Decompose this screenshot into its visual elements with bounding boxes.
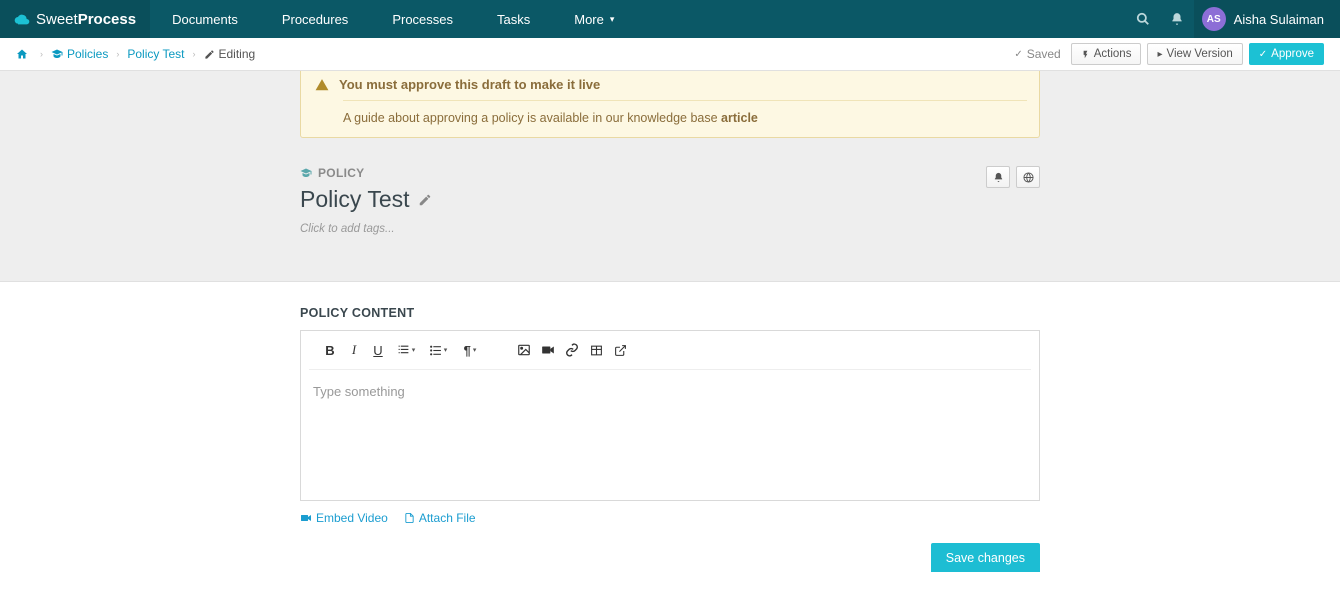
crumb-sep: › <box>40 49 43 59</box>
doc-title: Policy Test <box>300 186 986 213</box>
approval-alert: You must approve this draft to make it l… <box>300 71 1040 138</box>
search-icon <box>1136 12 1150 26</box>
notify-button[interactable] <box>986 166 1010 188</box>
rich-text-editor: B I U ▾ ▾ ¶ ▾ <box>300 330 1040 501</box>
add-tags[interactable]: Click to add tags... <box>300 223 986 235</box>
view-version-button[interactable]: ▸ View Version <box>1147 43 1242 65</box>
play-icon: ▸ <box>1157 49 1162 60</box>
edit-title-button[interactable] <box>418 193 432 207</box>
home-icon <box>16 48 28 60</box>
open-external-button[interactable] <box>609 339 631 361</box>
chevron-down-icon: ▾ <box>473 346 477 354</box>
chevron-down-icon: ▾ <box>610 14 615 25</box>
breadcrumb: › Policies › Policy Test › Editing <box>16 47 255 61</box>
insert-image-button[interactable] <box>513 339 535 361</box>
italic-icon: I <box>352 342 356 358</box>
pencil-icon <box>204 49 215 60</box>
nav-more[interactable]: More▾ <box>552 0 636 38</box>
nav-procedures[interactable]: Procedures <box>260 0 370 38</box>
notifications-button[interactable] <box>1160 0 1194 38</box>
alert-body: A guide about approving a policy is avai… <box>301 101 1039 137</box>
insert-link-button[interactable] <box>561 339 583 361</box>
crumb-policies[interactable]: Policies <box>51 47 108 61</box>
nav-right: AS Aisha Sulaiman <box>1126 0 1340 38</box>
video-icon <box>541 343 555 357</box>
check-icon: ✓ <box>1259 49 1267 60</box>
attach-file-link[interactable]: Attach File <box>404 511 476 525</box>
editor-placeholder: Type something <box>313 384 405 399</box>
image-icon <box>517 343 531 357</box>
cloud-icon <box>14 11 30 27</box>
section-label: POLICY CONTENT <box>300 306 1040 320</box>
save-changes-button[interactable]: Save changes <box>931 543 1040 572</box>
avatar: AS <box>1202 7 1226 31</box>
embed-video-link[interactable]: Embed Video <box>300 511 388 525</box>
link-icon <box>565 343 579 357</box>
insert-table-button[interactable] <box>585 339 607 361</box>
chevron-down-icon: ▾ <box>412 346 416 354</box>
alert-title: You must approve this draft to make it l… <box>339 77 600 92</box>
brand-text-1: Sweet <box>36 11 78 28</box>
insert-video-button[interactable] <box>537 339 559 361</box>
chevron-down-icon: ▾ <box>444 346 448 354</box>
subbar-actions: ✓ Saved Actions ▸ View Version ✓ Approve <box>1014 43 1324 65</box>
top-nav: SweetProcess Documents Procedures Proces… <box>0 0 1340 38</box>
user-name: Aisha Sulaiman <box>1234 12 1324 27</box>
visibility-button[interactable] <box>1016 166 1040 188</box>
bold-icon: B <box>325 343 334 358</box>
ordered-list-icon <box>397 344 410 357</box>
saved-indicator: ✓ Saved <box>1014 47 1060 61</box>
brand-text-2: Process <box>78 11 136 28</box>
file-icon <box>404 512 415 524</box>
nav-items: Documents Procedures Processes Tasks Mor… <box>150 0 636 38</box>
crumb-doc[interactable]: Policy Test <box>127 47 184 61</box>
underline-icon: U <box>373 343 382 358</box>
editor-body[interactable]: Type something <box>301 370 1039 500</box>
bell-icon <box>1170 12 1184 26</box>
underline-button[interactable]: U <box>367 339 389 361</box>
table-icon <box>590 344 603 357</box>
nav-documents[interactable]: Documents <box>150 0 260 38</box>
paragraph-format-button[interactable]: ¶ ▾ <box>455 339 485 361</box>
warning-icon <box>315 78 329 92</box>
crumb-sep: › <box>116 49 119 59</box>
doc-header: POLICY Policy Test Click to add tags... <box>300 166 1040 235</box>
globe-icon <box>1023 172 1034 183</box>
brand-logo[interactable]: SweetProcess <box>0 0 150 38</box>
search-button[interactable] <box>1126 0 1160 38</box>
doc-header-area: You must approve this draft to make it l… <box>0 71 1340 282</box>
actions-button[interactable]: Actions <box>1071 43 1142 65</box>
alert-article-link[interactable]: article <box>721 111 758 125</box>
graduation-cap-icon <box>300 167 312 179</box>
video-icon <box>300 512 312 524</box>
crumb-editing: Editing <box>204 47 256 61</box>
breadcrumb-bar: › Policies › Policy Test › Editing ✓ Sav… <box>0 38 1340 71</box>
content-area: POLICY CONTENT B I U ▾ ▾ ¶ ▾ <box>0 282 1340 602</box>
doc-type-label: POLICY <box>300 166 986 180</box>
nav-processes[interactable]: Processes <box>370 0 475 38</box>
italic-button[interactable]: I <box>343 339 365 361</box>
unordered-list-button[interactable]: ▾ <box>423 339 453 361</box>
unordered-list-icon <box>429 344 442 357</box>
ordered-list-button[interactable]: ▾ <box>391 339 421 361</box>
nav-tasks[interactable]: Tasks <box>475 0 552 38</box>
editor-toolbar: B I U ▾ ▾ ¶ ▾ <box>309 331 1031 370</box>
check-icon: ✓ <box>1014 49 1022 60</box>
editor-attachments: Embed Video Attach File <box>300 511 1040 525</box>
crumb-sep: › <box>193 49 196 59</box>
bold-button[interactable]: B <box>319 339 341 361</box>
user-menu[interactable]: AS Aisha Sulaiman <box>1194 0 1340 38</box>
pilcrow-icon: ¶ <box>464 343 471 358</box>
crumb-home[interactable] <box>16 48 32 60</box>
bolt-icon <box>1081 49 1090 60</box>
approve-button[interactable]: ✓ Approve <box>1249 43 1324 65</box>
bell-icon <box>993 172 1004 183</box>
external-link-icon <box>614 344 627 357</box>
graduation-cap-icon <box>51 48 63 60</box>
